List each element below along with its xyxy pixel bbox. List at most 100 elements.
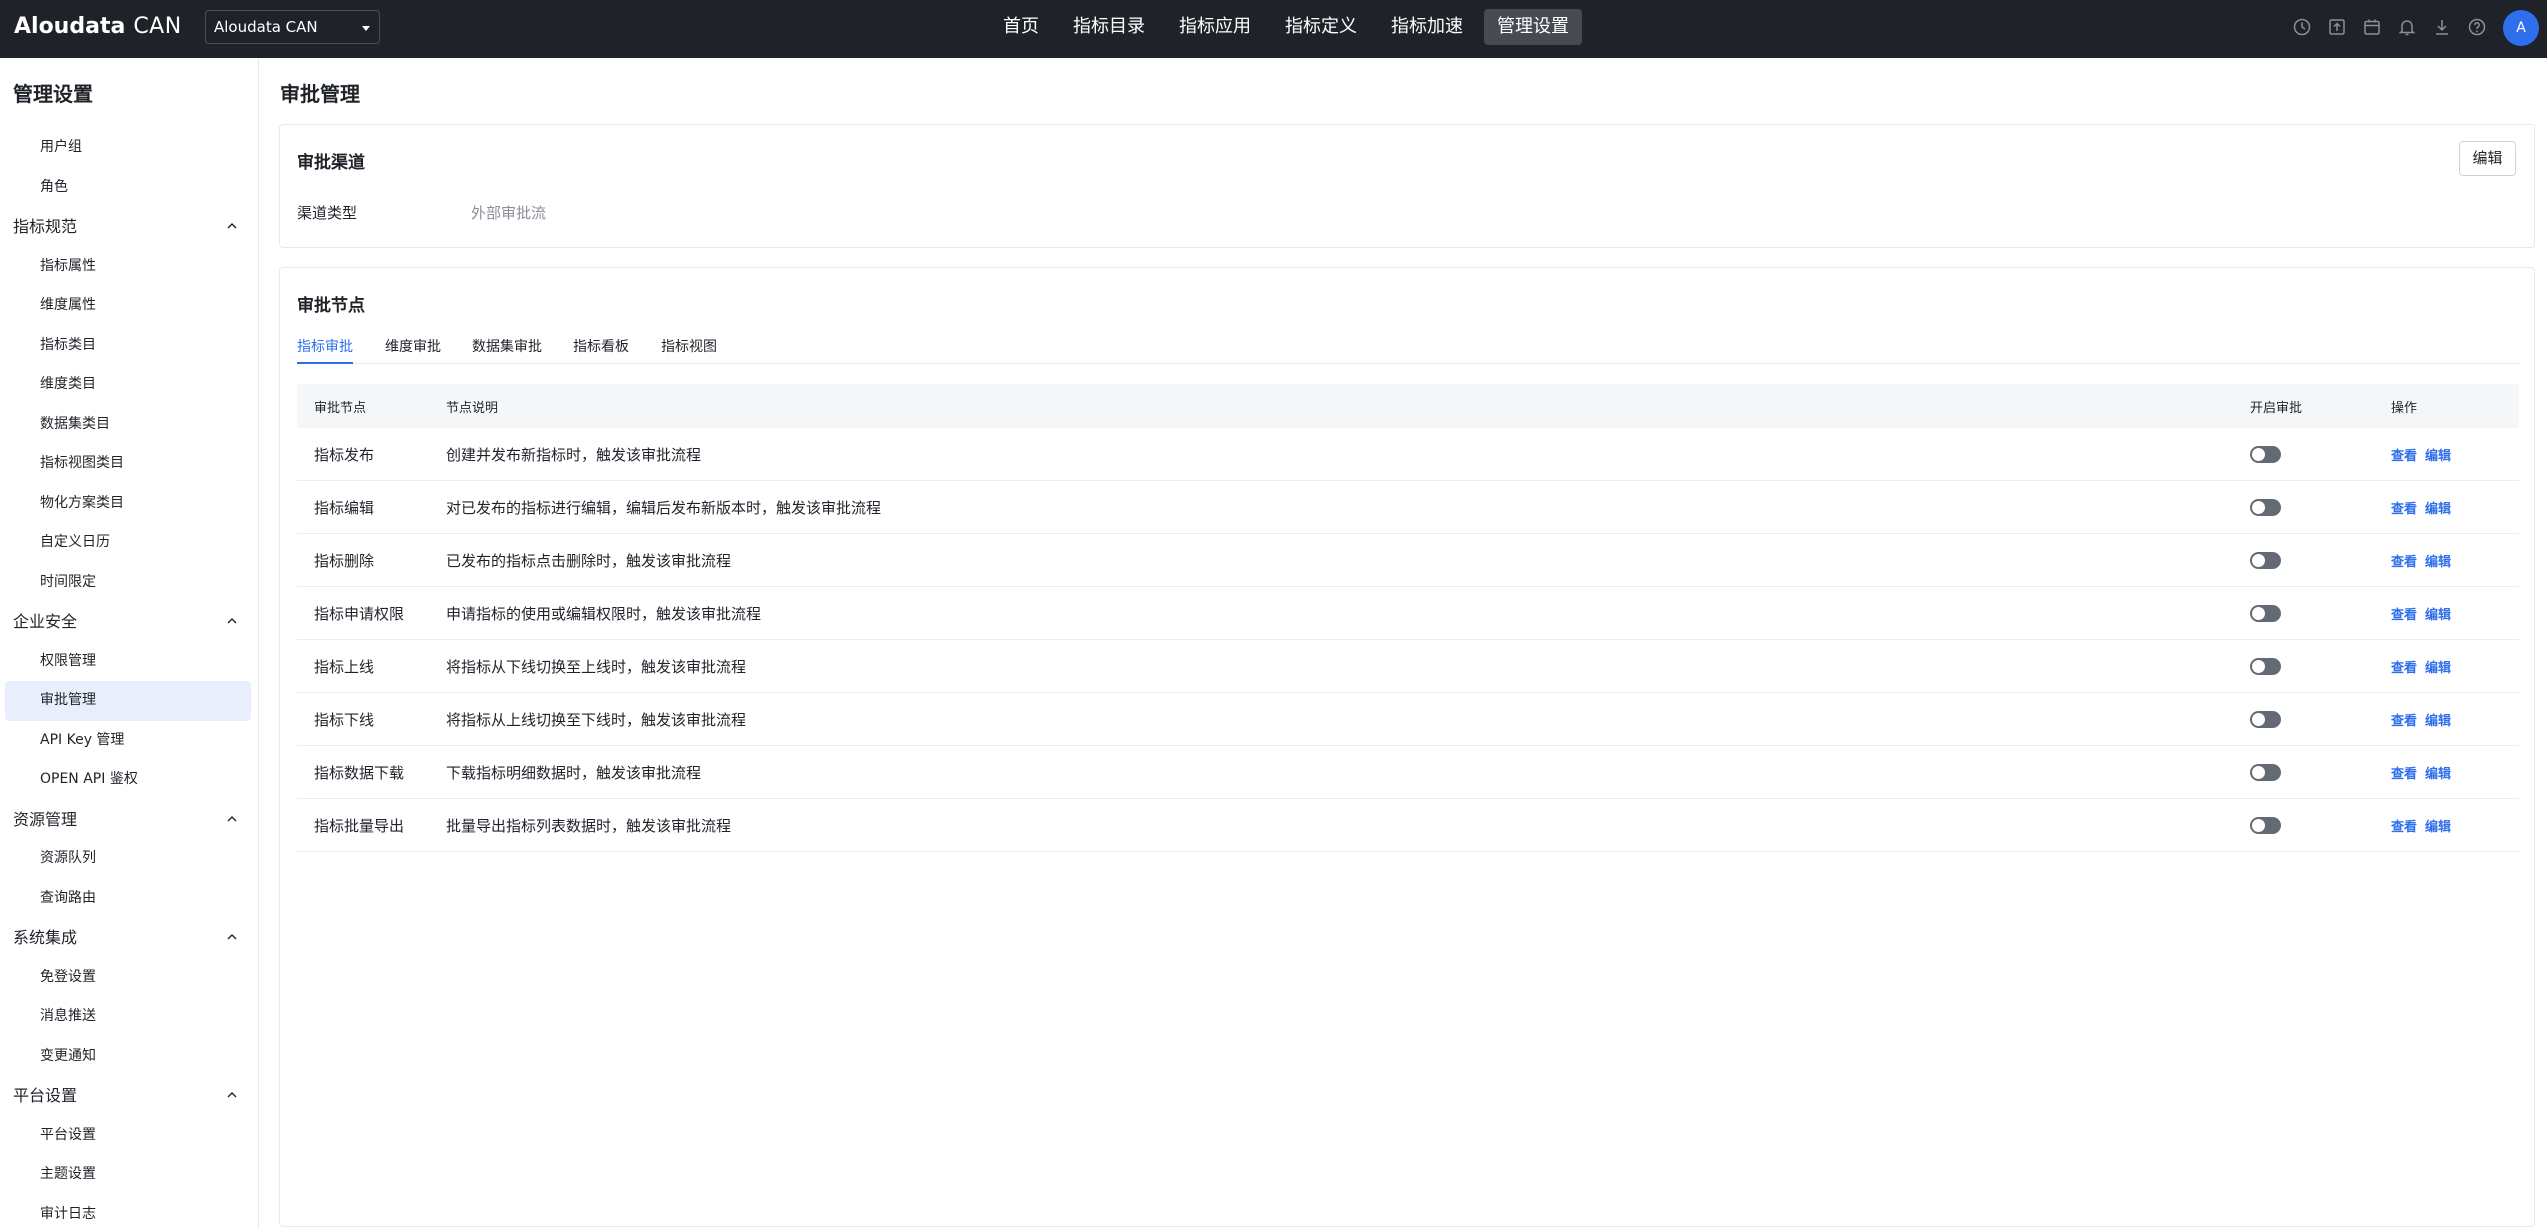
table-row: 指标编辑 对已发布的指标进行编辑，编辑后发布新版本时，触发该审批流程 查看 编辑 bbox=[297, 481, 2519, 534]
approval-toggle[interactable] bbox=[2250, 658, 2281, 675]
sidebar-item[interactable]: 时间限定 bbox=[0, 563, 258, 603]
view-link[interactable]: 查看 bbox=[2391, 714, 2417, 729]
approval-toggle[interactable] bbox=[2250, 711, 2281, 728]
sidebar-item[interactable]: OPEN API 鉴权 bbox=[0, 760, 258, 800]
node-description: 将指标从下线切换至上线时，触发该审批流程 bbox=[446, 658, 747, 676]
row-actions: 查看 编辑 bbox=[2391, 445, 2459, 464]
sidebar-item[interactable]: 数据集类目 bbox=[0, 405, 258, 445]
sidebar-item-label: 查询路由 bbox=[40, 889, 96, 906]
sidebar-item[interactable]: 平台设置 bbox=[0, 1116, 258, 1156]
channel-type-label: 渠道类型 bbox=[297, 204, 358, 222]
sidebar-group[interactable]: 平台设置 bbox=[0, 1076, 258, 1116]
approval-toggle[interactable] bbox=[2250, 446, 2281, 463]
tab-dataset-approval[interactable]: 数据集审批 bbox=[472, 336, 542, 364]
table-header: 审批节点 节点说明 开启审批 操作 bbox=[297, 384, 2519, 428]
sidebar-item[interactable]: 权限管理 bbox=[0, 642, 258, 682]
chevron-up-icon[interactable] bbox=[227, 1090, 237, 1100]
chevron-up-icon[interactable] bbox=[227, 932, 237, 942]
nav-metric-definition[interactable]: 指标定义 bbox=[1272, 9, 1370, 45]
col-desc: 节点说明 bbox=[446, 401, 499, 416]
export-icon[interactable] bbox=[2327, 17, 2347, 37]
sidebar-item[interactable]: 指标视图类目 bbox=[0, 444, 258, 484]
sidebar-group[interactable]: 企业安全 bbox=[0, 602, 258, 642]
table-row: 指标上线 将指标从下线切换至上线时，触发该审批流程 查看 编辑 bbox=[297, 640, 2519, 693]
approval-toggle[interactable] bbox=[2250, 764, 2281, 781]
project-select[interactable]: Aloudata CAN bbox=[205, 10, 380, 44]
col-enabled: 开启审批 bbox=[2250, 401, 2303, 416]
approval-toggle[interactable] bbox=[2250, 605, 2281, 622]
sidebar-item[interactable]: 免登设置 bbox=[0, 958, 258, 998]
sidebar-item[interactable]: 资源队列 bbox=[0, 839, 258, 879]
view-link[interactable]: 查看 bbox=[2391, 502, 2417, 517]
edit-link[interactable]: 编辑 bbox=[2425, 767, 2451, 782]
sidebar-group[interactable]: 指标规范 bbox=[0, 207, 258, 247]
sidebar-item[interactable]: 用户组 bbox=[0, 128, 258, 168]
row-actions: 查看 编辑 bbox=[2391, 498, 2459, 517]
sidebar-item[interactable]: 物化方案类目 bbox=[0, 484, 258, 524]
view-link[interactable]: 查看 bbox=[2391, 608, 2417, 623]
avatar[interactable]: A bbox=[2503, 10, 2539, 46]
edit-link[interactable]: 编辑 bbox=[2425, 714, 2451, 729]
edit-link[interactable]: 编辑 bbox=[2425, 555, 2451, 570]
channel-edit-button[interactable]: 编辑 bbox=[2459, 141, 2516, 176]
sidebar-item[interactable]: 维度属性 bbox=[0, 286, 258, 326]
nav-admin-settings[interactable]: 管理设置 bbox=[1484, 9, 1582, 45]
nav-metric-catalog[interactable]: 指标目录 bbox=[1060, 9, 1158, 45]
logo-main: Aloudata bbox=[14, 14, 126, 39]
sidebar-item-label: 平台设置 bbox=[40, 1126, 96, 1143]
sidebar-item[interactable]: 自定义日历 bbox=[0, 523, 258, 563]
nav-metric-apps[interactable]: 指标应用 bbox=[1166, 9, 1264, 45]
app-logo[interactable]: Aloudata CAN bbox=[14, 14, 182, 39]
sidebar-item[interactable]: 指标属性 bbox=[0, 247, 258, 287]
nav-metric-acceleration[interactable]: 指标加速 bbox=[1378, 9, 1476, 45]
view-link[interactable]: 查看 bbox=[2391, 767, 2417, 782]
view-link[interactable]: 查看 bbox=[2391, 661, 2417, 676]
tab-dimension-approval[interactable]: 维度审批 bbox=[385, 336, 441, 364]
view-link[interactable]: 查看 bbox=[2391, 555, 2417, 570]
sidebar-item[interactable]: 消息推送 bbox=[0, 997, 258, 1037]
sidebar-group[interactable]: 系统集成 bbox=[0, 918, 258, 958]
calendar-icon[interactable] bbox=[2362, 17, 2382, 37]
approval-toggle[interactable] bbox=[2250, 552, 2281, 569]
approval-toggle[interactable] bbox=[2250, 817, 2281, 834]
nav-home[interactable]: 首页 bbox=[990, 9, 1052, 45]
view-link[interactable]: 查看 bbox=[2391, 820, 2417, 835]
bell-icon[interactable] bbox=[2397, 17, 2417, 37]
clock-icon[interactable] bbox=[2292, 17, 2312, 37]
edit-link[interactable]: 编辑 bbox=[2425, 449, 2451, 464]
sidebar-item[interactable]: 审批管理 bbox=[5, 681, 251, 721]
edit-link[interactable]: 编辑 bbox=[2425, 820, 2451, 835]
node-name: 指标编辑 bbox=[314, 499, 375, 517]
sidebar-item[interactable]: 查询路由 bbox=[0, 879, 258, 919]
edit-link[interactable]: 编辑 bbox=[2425, 502, 2451, 517]
tab-metric-view[interactable]: 指标视图 bbox=[661, 336, 717, 364]
edit-link[interactable]: 编辑 bbox=[2425, 608, 2451, 623]
tab-metric-board[interactable]: 指标看板 bbox=[573, 336, 629, 364]
top-navbar: Aloudata CAN Aloudata CAN 首页 指标目录 指标应用 指标… bbox=[0, 0, 2547, 58]
help-icon[interactable] bbox=[2467, 17, 2487, 37]
sidebar-item[interactable]: 角色 bbox=[0, 168, 258, 208]
toggle-knob bbox=[2252, 660, 2265, 673]
chevron-up-icon[interactable] bbox=[227, 221, 237, 231]
node-tabs: 指标审批 维度审批 数据集审批 指标看板 指标视图 bbox=[297, 328, 2519, 364]
edit-link[interactable]: 编辑 bbox=[2425, 661, 2451, 676]
table-row: 指标删除 已发布的指标点击删除时，触发该审批流程 查看 编辑 bbox=[297, 534, 2519, 587]
toggle-knob bbox=[2252, 607, 2265, 620]
chevron-up-icon[interactable] bbox=[227, 616, 237, 626]
download-icon[interactable] bbox=[2432, 17, 2452, 37]
sidebar-item[interactable]: 变更通知 bbox=[0, 1037, 258, 1077]
table-row: 指标发布 创建并发布新指标时，触发该审批流程 查看 编辑 bbox=[297, 428, 2519, 481]
sidebar-item[interactable]: 主题设置 bbox=[0, 1155, 258, 1195]
view-link[interactable]: 查看 bbox=[2391, 449, 2417, 464]
approval-toggle[interactable] bbox=[2250, 499, 2281, 516]
toggle-knob bbox=[2252, 819, 2265, 832]
sidebar-item[interactable]: 指标类目 bbox=[0, 326, 258, 366]
sidebar-item-label: 数据集类目 bbox=[40, 415, 110, 432]
sidebar-item[interactable]: 维度类目 bbox=[0, 365, 258, 405]
chevron-up-icon[interactable] bbox=[227, 814, 237, 824]
tab-metric-approval[interactable]: 指标审批 bbox=[297, 336, 353, 364]
sidebar-item[interactable]: API Key 管理 bbox=[0, 721, 258, 761]
sidebar-item[interactable]: 审计日志 bbox=[0, 1195, 258, 1229]
sidebar-group[interactable]: 资源管理 bbox=[0, 800, 258, 840]
project-select-value: Aloudata CAN bbox=[214, 18, 318, 36]
